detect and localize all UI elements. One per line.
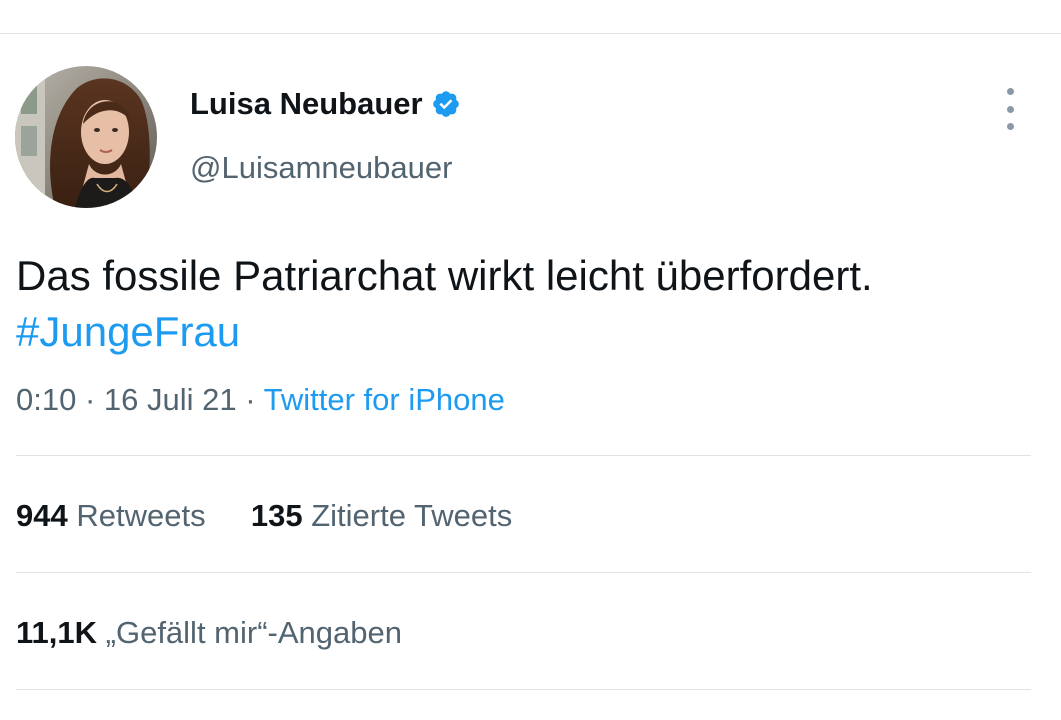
meta-separator: · xyxy=(245,382,256,417)
stats-row-retweets: 944 Retweets 135 Zitierte Tweets xyxy=(16,498,512,534)
top-divider xyxy=(0,33,1061,34)
verified-badge-icon xyxy=(431,89,461,119)
avatar[interactable] xyxy=(15,66,157,208)
retweets-count: 944 xyxy=(16,498,68,533)
divider xyxy=(16,572,1031,573)
user-handle[interactable]: @Luisamneubauer xyxy=(190,150,452,186)
likes-count: 11,1K xyxy=(16,615,98,650)
avatar-photo xyxy=(15,66,157,208)
more-dot xyxy=(1006,123,1014,130)
stats-row-likes: 11,1K „Gefällt mir“-Angaben xyxy=(16,615,402,651)
tweet-date[interactable]: 16 Juli 21 xyxy=(104,382,237,417)
tweet-source-link[interactable]: Twitter for iPhone xyxy=(264,382,505,417)
display-name-text: Luisa Neubauer xyxy=(190,86,423,121)
likes-label: „Gefällt mir“-Angaben xyxy=(105,615,402,650)
more-dot xyxy=(1006,105,1014,113)
more-dot xyxy=(1006,88,1014,95)
more-vertical-icon[interactable] xyxy=(996,88,1024,130)
quotes-stat[interactable]: 135 Zitierte Tweets xyxy=(251,498,512,533)
retweets-stat[interactable]: 944 Retweets xyxy=(16,498,214,533)
tweet-body: Das fossile Patriarchat wirkt leicht übe… xyxy=(16,252,873,299)
likes-stat[interactable]: 11,1K „Gefällt mir“-Angaben xyxy=(16,615,402,650)
display-name[interactable]: Luisa Neubauer xyxy=(190,86,461,122)
tweet-meta: 0:10 · 16 Juli 21 · Twitter for iPhone xyxy=(16,382,505,418)
hashtag-link[interactable]: #JungeFrau xyxy=(16,308,240,355)
meta-separator: · xyxy=(84,382,96,417)
divider xyxy=(16,689,1031,690)
divider xyxy=(16,455,1031,456)
tweet-text: Das fossile Patriarchat wirkt leicht übe… xyxy=(16,248,1036,360)
tweet-time[interactable]: 0:10 xyxy=(16,382,76,417)
quotes-label: Zitierte Tweets xyxy=(311,498,513,533)
retweets-label: Retweets xyxy=(76,498,206,533)
quotes-count: 135 xyxy=(250,498,303,533)
